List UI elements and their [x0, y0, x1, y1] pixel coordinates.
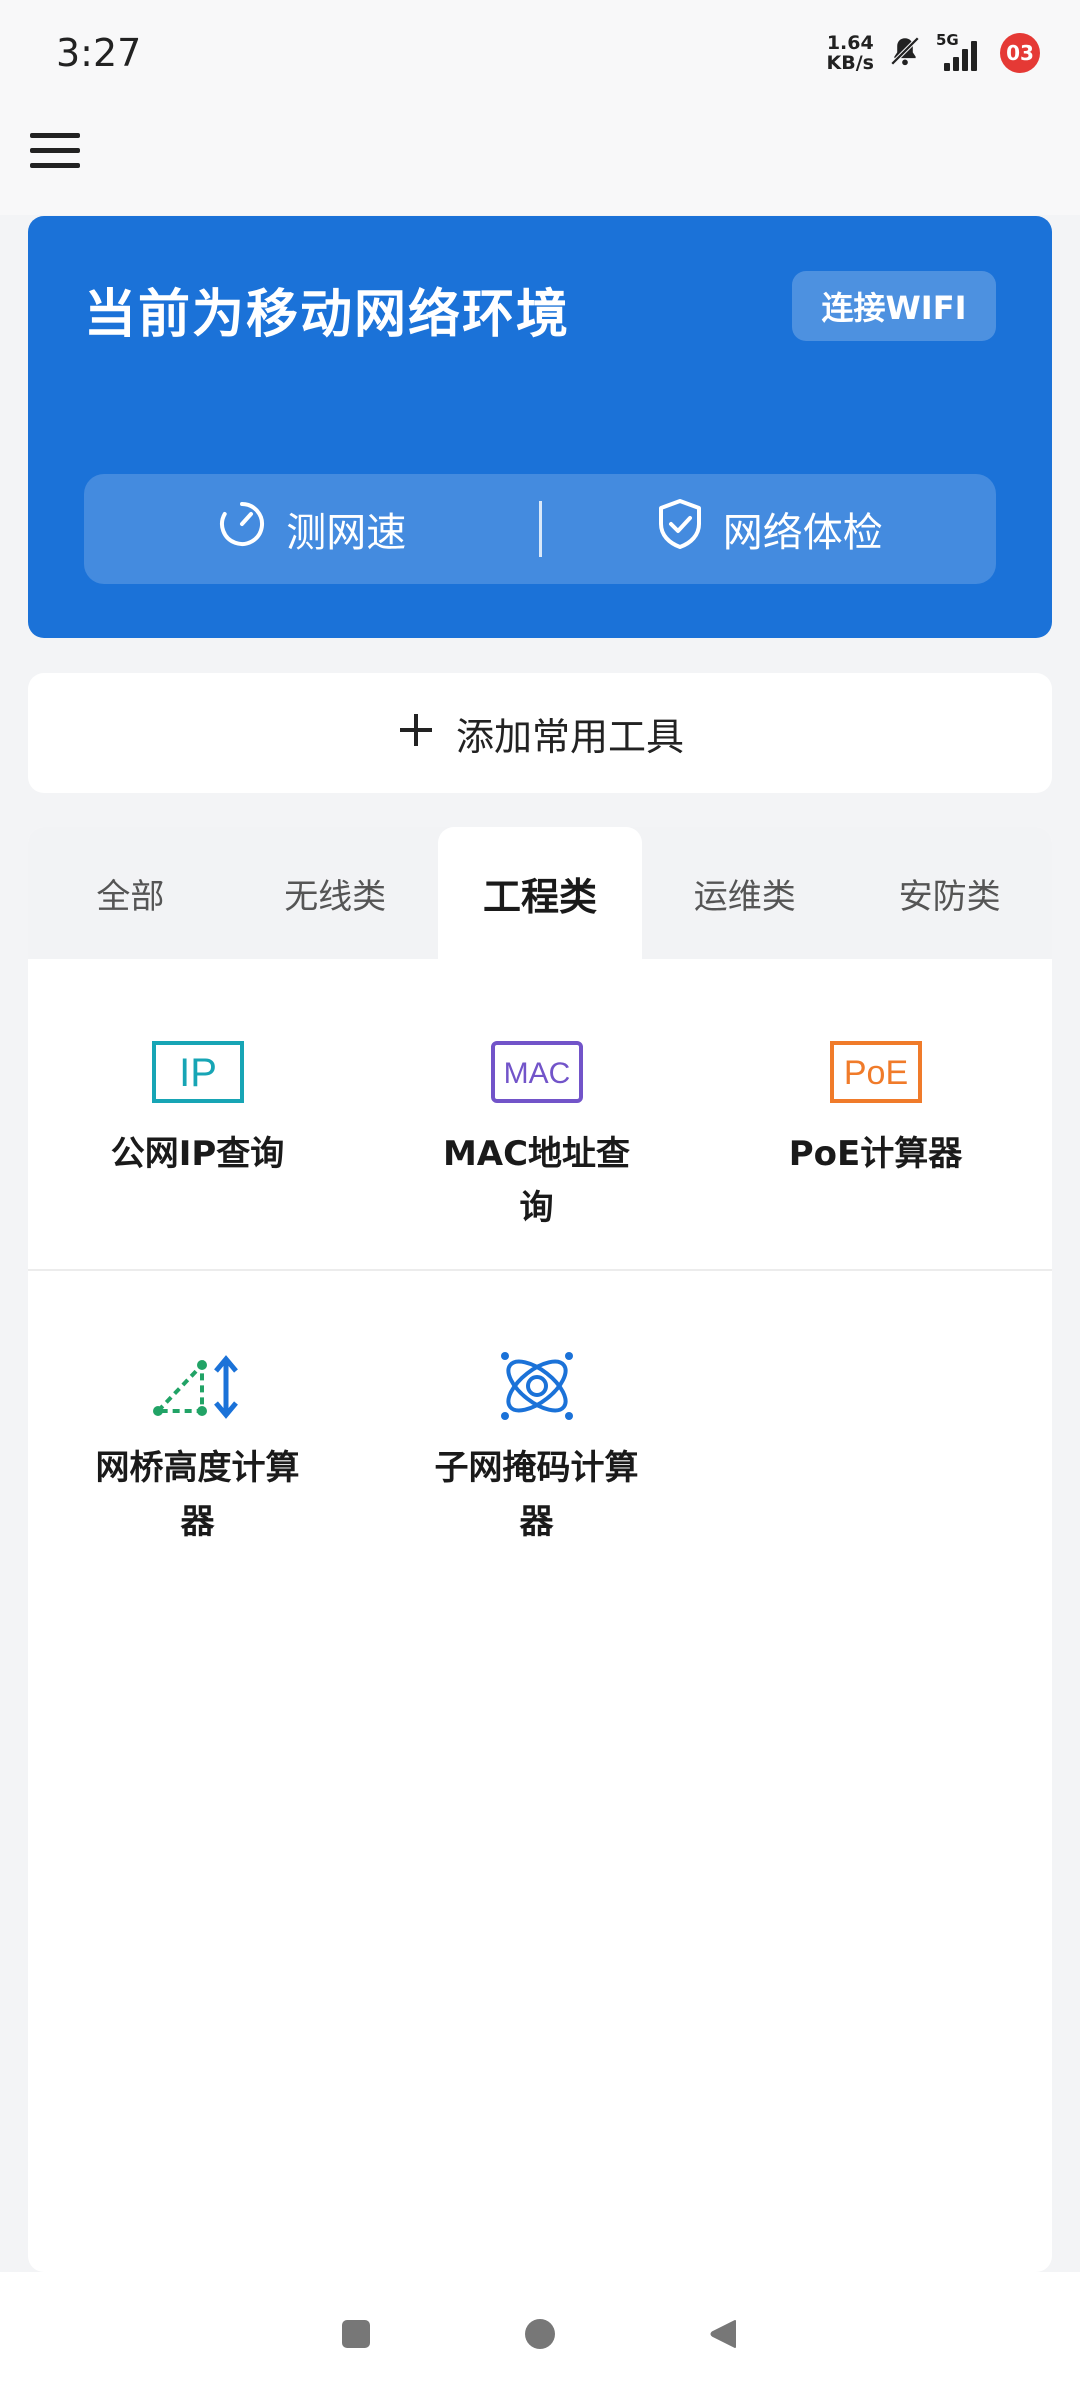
category-tabs: 全部 无线类 工程类 运维类 安防类 [28, 827, 1052, 959]
plus-icon [396, 707, 436, 759]
tool-mac-address-query[interactable]: MAC MAC地址查询 [367, 959, 706, 1269]
network-check-label: 网络体检 [722, 510, 883, 556]
status-time: 3:27 [56, 30, 142, 75]
tool-label: 子网掩码计算器 [434, 1448, 639, 1542]
signal-bar [953, 56, 959, 71]
home-icon[interactable] [523, 2317, 557, 2355]
signal-bar [944, 62, 950, 71]
subnet-mask-icon [489, 1351, 585, 1421]
tab-operations[interactable]: 运维类 [642, 827, 847, 959]
tool-subnet-mask-calculator[interactable]: 子网掩码计算器 [367, 1271, 706, 1549]
tool-public-ip-query[interactable]: IP 公网IP查询 [28, 959, 367, 1269]
signal-icon: 5G [936, 31, 986, 71]
menu-line [30, 132, 80, 138]
mac-icon: MAC [489, 1037, 585, 1107]
top-nav [0, 105, 1080, 215]
tool-row: 网桥高度计算器 子网掩码计算器 [28, 1271, 1052, 1549]
quick-actions: 测网速 网络体检 [84, 474, 996, 584]
signal-bar [962, 48, 968, 71]
notification-badge: 03 [1000, 32, 1040, 73]
menu-line [30, 162, 80, 168]
status-bar: 3:27 1.64 KB/s 5G 03 [0, 0, 1080, 105]
bridge-height-icon [150, 1351, 246, 1421]
speedometer-icon [216, 498, 268, 560]
tab-wireless[interactable]: 无线类 [233, 827, 438, 959]
tool-label: 公网IP查询 [110, 1134, 285, 1174]
tool-label: PoE计算器 [788, 1134, 963, 1174]
add-common-tools-button[interactable]: 添加常用工具 [28, 673, 1052, 793]
net-speed-unit: KB/s [826, 51, 874, 74]
network-check-button[interactable]: 网络体检 [542, 474, 997, 584]
back-icon[interactable] [707, 2317, 741, 2355]
tool-label: 网桥高度计算器 [95, 1448, 300, 1542]
connect-wifi-button[interactable]: 连接WIFI [792, 271, 996, 341]
tab-all[interactable]: 全部 [28, 827, 233, 959]
network-status-title: 当前为移动网络环境 [84, 285, 571, 345]
tools-panel: 全部 无线类 工程类 运维类 安防类 IP 公网IP查询 MAC MAC地址查询 [28, 827, 1052, 2272]
signal-bar [971, 40, 977, 71]
net-speed: 1.64 KB/s [827, 33, 874, 73]
tab-security[interactable]: 安防类 [847, 827, 1052, 959]
mac-icon-text: MAC [503, 1057, 570, 1090]
poe-icon: PoE [828, 1037, 924, 1107]
poe-icon-text: PoE [843, 1054, 907, 1092]
system-nav-bar [0, 2272, 1080, 2400]
tool-poe-calculator[interactable]: PoE PoE计算器 [706, 959, 1045, 1269]
ip-icon-text: IP [179, 1051, 217, 1095]
recents-icon[interactable] [339, 2317, 373, 2355]
tab-engineering[interactable]: 工程类 [437, 827, 643, 959]
speed-test-label: 测网速 [286, 510, 407, 556]
status-icons: 1.64 KB/s 5G 03 [827, 31, 1040, 73]
ip-icon: IP [150, 1037, 246, 1107]
menu-icon[interactable] [30, 125, 80, 175]
menu-line [30, 147, 80, 153]
net-speed-value: 1.64 [826, 31, 874, 54]
tool-row: IP 公网IP查询 MAC MAC地址查询 PoE PoE计算器 [28, 959, 1052, 1271]
tool-label: MAC地址查询 [442, 1134, 631, 1228]
add-common-tools-label: 添加常用工具 [455, 714, 684, 759]
shield-check-icon [655, 497, 705, 561]
tool-bridge-height-calculator[interactable]: 网桥高度计算器 [28, 1271, 367, 1549]
bell-muted-icon [888, 34, 922, 72]
speed-test-button[interactable]: 测网速 [84, 474, 539, 584]
network-type: 5G [936, 30, 959, 49]
network-status-card: 当前为移动网络环境 连接WIFI 测网速 网络体检 [28, 216, 1052, 638]
